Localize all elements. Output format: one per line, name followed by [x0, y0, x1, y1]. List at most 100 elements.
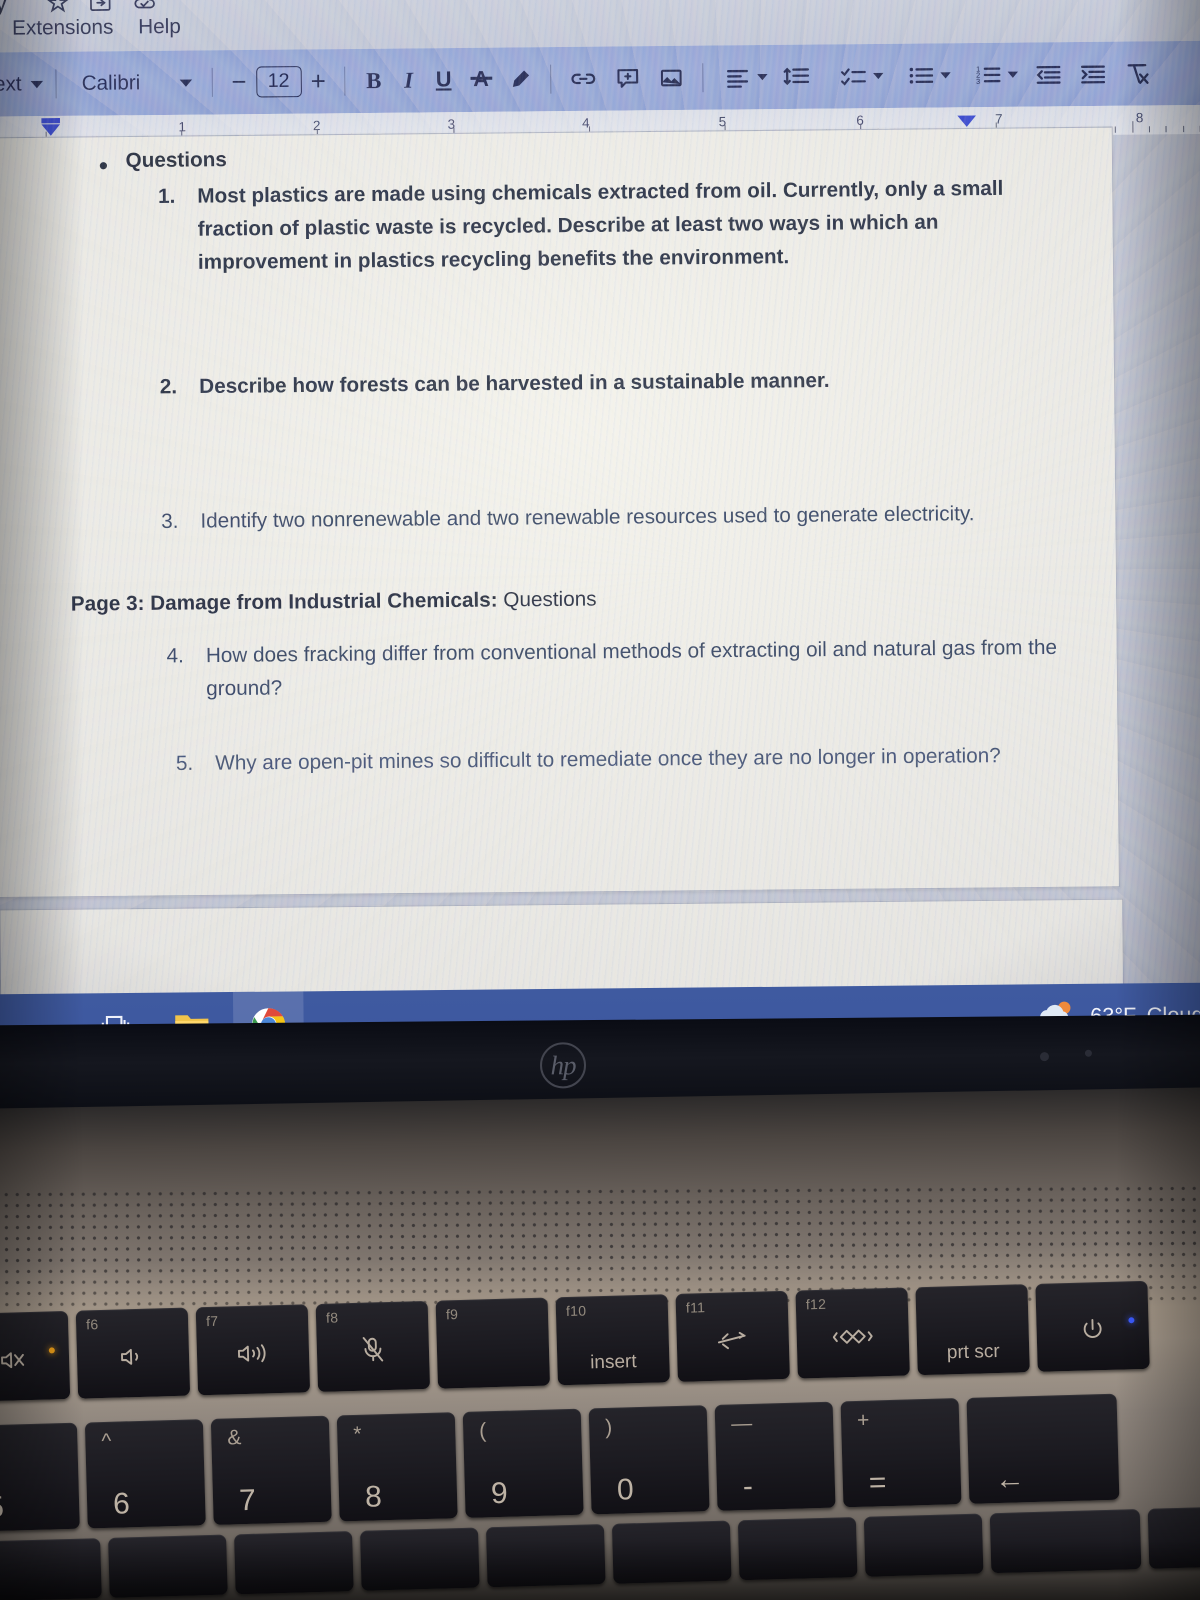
- key-f5[interactable]: f5: [0, 1310, 71, 1403]
- question-item-3[interactable]: 3. Identify two nonrenewable and two ren…: [161, 496, 1082, 538]
- align-left-icon[interactable]: [712, 45, 771, 110]
- mic-mute-icon: [317, 1334, 430, 1365]
- formatting-toolbar: l text Calibri − 12 + B I U A: [0, 40, 1200, 117]
- key-label: =: [868, 1466, 887, 1500]
- key-9[interactable]: (9: [462, 1408, 584, 1518]
- question-item-5[interactable]: 5. Why are open-pit mines so difficult t…: [176, 738, 1097, 780]
- ruler-tick: [1131, 121, 1134, 133]
- bezel-indicator-dot: [1084, 1049, 1092, 1057]
- decrease-font-size-button[interactable]: −: [222, 67, 256, 97]
- key-row-partial[interactable]: [485, 1524, 606, 1588]
- document-body[interactable]: Questions 1. Most plastics are made usin…: [0, 128, 1119, 897]
- numbered-list-icon[interactable]: 1 2 3: [953, 43, 1021, 108]
- question-item-2[interactable]: 2. Describe how forests can be harvested…: [160, 362, 1071, 404]
- key--[interactable]: — -: [714, 1401, 836, 1511]
- key-backspace[interactable]: ←: [966, 1393, 1120, 1504]
- first-line-indent-marker[interactable]: [41, 118, 61, 124]
- svg-text:3: 3: [976, 77, 980, 86]
- key-label: 6: [112, 1487, 131, 1521]
- italic-button[interactable]: I: [393, 67, 425, 94]
- menu-item-extensions[interactable]: Extensions: [12, 16, 113, 41]
- star-icon[interactable]: [45, 0, 70, 16]
- key-row-partial[interactable]: [989, 1509, 1142, 1574]
- key-row-partial[interactable]: [359, 1527, 480, 1591]
- key-5[interactable]: %5: [0, 1422, 80, 1532]
- key-8[interactable]: * 8: [336, 1412, 458, 1522]
- key-row-partial[interactable]: [108, 1534, 228, 1598]
- font-size-input[interactable]: 12: [255, 66, 302, 98]
- divider: [549, 64, 552, 94]
- key-row-partial[interactable]: [737, 1517, 858, 1581]
- move-to-folder-icon[interactable]: [89, 0, 112, 13]
- document-page-1[interactable]: Questions 1. Most plastics are made usin…: [0, 126, 1121, 899]
- key-f11[interactable]: f11: [675, 1290, 790, 1382]
- section-heading[interactable]: Page 3: Damage from Industrial Chemicals…: [71, 588, 597, 617]
- bold-button[interactable]: B: [355, 67, 393, 94]
- ruler-tick: [1165, 126, 1167, 133]
- key-f6[interactable]: f6: [75, 1307, 191, 1399]
- clear-formatting-icon[interactable]: [1114, 62, 1159, 85]
- key-0[interactable]: ) 0: [588, 1405, 710, 1515]
- key-f8[interactable]: f8: [315, 1300, 431, 1392]
- number-key-row[interactable]: %5^6&7*8(9)0—-+=←: [0, 1390, 1200, 1532]
- laptop-keyboard[interactable]: f5f6 f7 f8f9f10insert f11 f12prt scr %5^6&7*…: [0, 1278, 1200, 1600]
- font-family-dropdown[interactable]: Calibri: [78, 50, 195, 115]
- key-f12[interactable]: f12: [795, 1287, 910, 1379]
- key-row-partial[interactable]: [234, 1531, 354, 1595]
- divider: [211, 67, 213, 97]
- key-key[interactable]: [1035, 1280, 1150, 1372]
- hp-logo: hp: [539, 1042, 587, 1089]
- chevron-down-icon: [30, 80, 44, 88]
- key-label: 5: [0, 1490, 5, 1525]
- key-row-partial[interactable]: [863, 1513, 984, 1577]
- increase-indent-icon[interactable]: [1069, 63, 1114, 84]
- underline-button[interactable]: U: [424, 68, 463, 93]
- question-item-4[interactable]: 4. How does fracking differ from convent…: [166, 631, 1077, 706]
- decrease-indent-icon[interactable]: [1021, 64, 1070, 85]
- key-=[interactable]: + =: [840, 1398, 962, 1508]
- key-row-partial[interactable]: [1147, 1504, 1200, 1569]
- ruler-number: 8: [1135, 109, 1144, 126]
- document-canvas[interactable]: Questions 1. Most plastics are made usin…: [0, 126, 1200, 1060]
- right-indent-marker[interactable]: [957, 115, 977, 128]
- chevron-down-icon: [1007, 71, 1018, 78]
- question-item-1[interactable]: 1. Most plastics are made using chemical…: [158, 172, 1061, 280]
- add-comment-icon[interactable]: [606, 67, 650, 90]
- text-color-button[interactable]: A: [463, 67, 500, 92]
- key-7[interactable]: & 7: [210, 1415, 332, 1525]
- question-text: Describe how forests can be harvested in…: [199, 369, 830, 399]
- document-title[interactable]: opy: [0, 0, 8, 19]
- airplane-mode-icon: [676, 1324, 789, 1354]
- question-text: Why are open-pit mines so difficult to r…: [215, 744, 1001, 775]
- key-f7[interactable]: f7: [195, 1304, 311, 1396]
- key-row-partial[interactable]: [611, 1520, 732, 1584]
- key-f9[interactable]: f9: [435, 1297, 551, 1389]
- fn-label: f11: [685, 1299, 706, 1316]
- section-heading-bold: Page 3: Damage from Industrial Chemicals…: [70, 588, 498, 616]
- menu-item-help[interactable]: Help: [138, 15, 181, 39]
- bulleted-list-icon[interactable]: [886, 43, 954, 108]
- fn-label: f7: [205, 1312, 219, 1330]
- left-indent-marker[interactable]: [41, 124, 61, 136]
- key-6[interactable]: ^ 6: [84, 1419, 206, 1529]
- ruler-tick: [1114, 126, 1117, 133]
- increase-font-size-button[interactable]: +: [301, 66, 335, 96]
- insert-image-icon[interactable]: [649, 66, 693, 89]
- volume-down-icon: [77, 1341, 190, 1371]
- key-shift-label: +: [856, 1408, 870, 1432]
- link-icon[interactable]: [560, 67, 606, 90]
- highlight-pen-icon[interactable]: [499, 68, 541, 91]
- ruler-tick: [1148, 126, 1151, 133]
- line-spacing-icon[interactable]: [770, 66, 819, 87]
- laptop-photo: opy ols Extensions: [0, 0, 1200, 1600]
- paragraph-style-dropdown[interactable]: l text: [0, 52, 47, 117]
- divider: [344, 66, 346, 96]
- key-f10[interactable]: f10 insert: [555, 1294, 670, 1386]
- chevron-down-icon: [940, 72, 951, 79]
- mute-speaker-icon: [0, 1345, 69, 1375]
- key-prt-scr[interactable]: prt scr: [915, 1284, 1030, 1376]
- checklist-icon[interactable]: [819, 44, 887, 109]
- key-row-partial[interactable]: [0, 1538, 102, 1600]
- cloud-saved-icon[interactable]: [132, 0, 157, 13]
- question-number: 5.: [175, 752, 194, 776]
